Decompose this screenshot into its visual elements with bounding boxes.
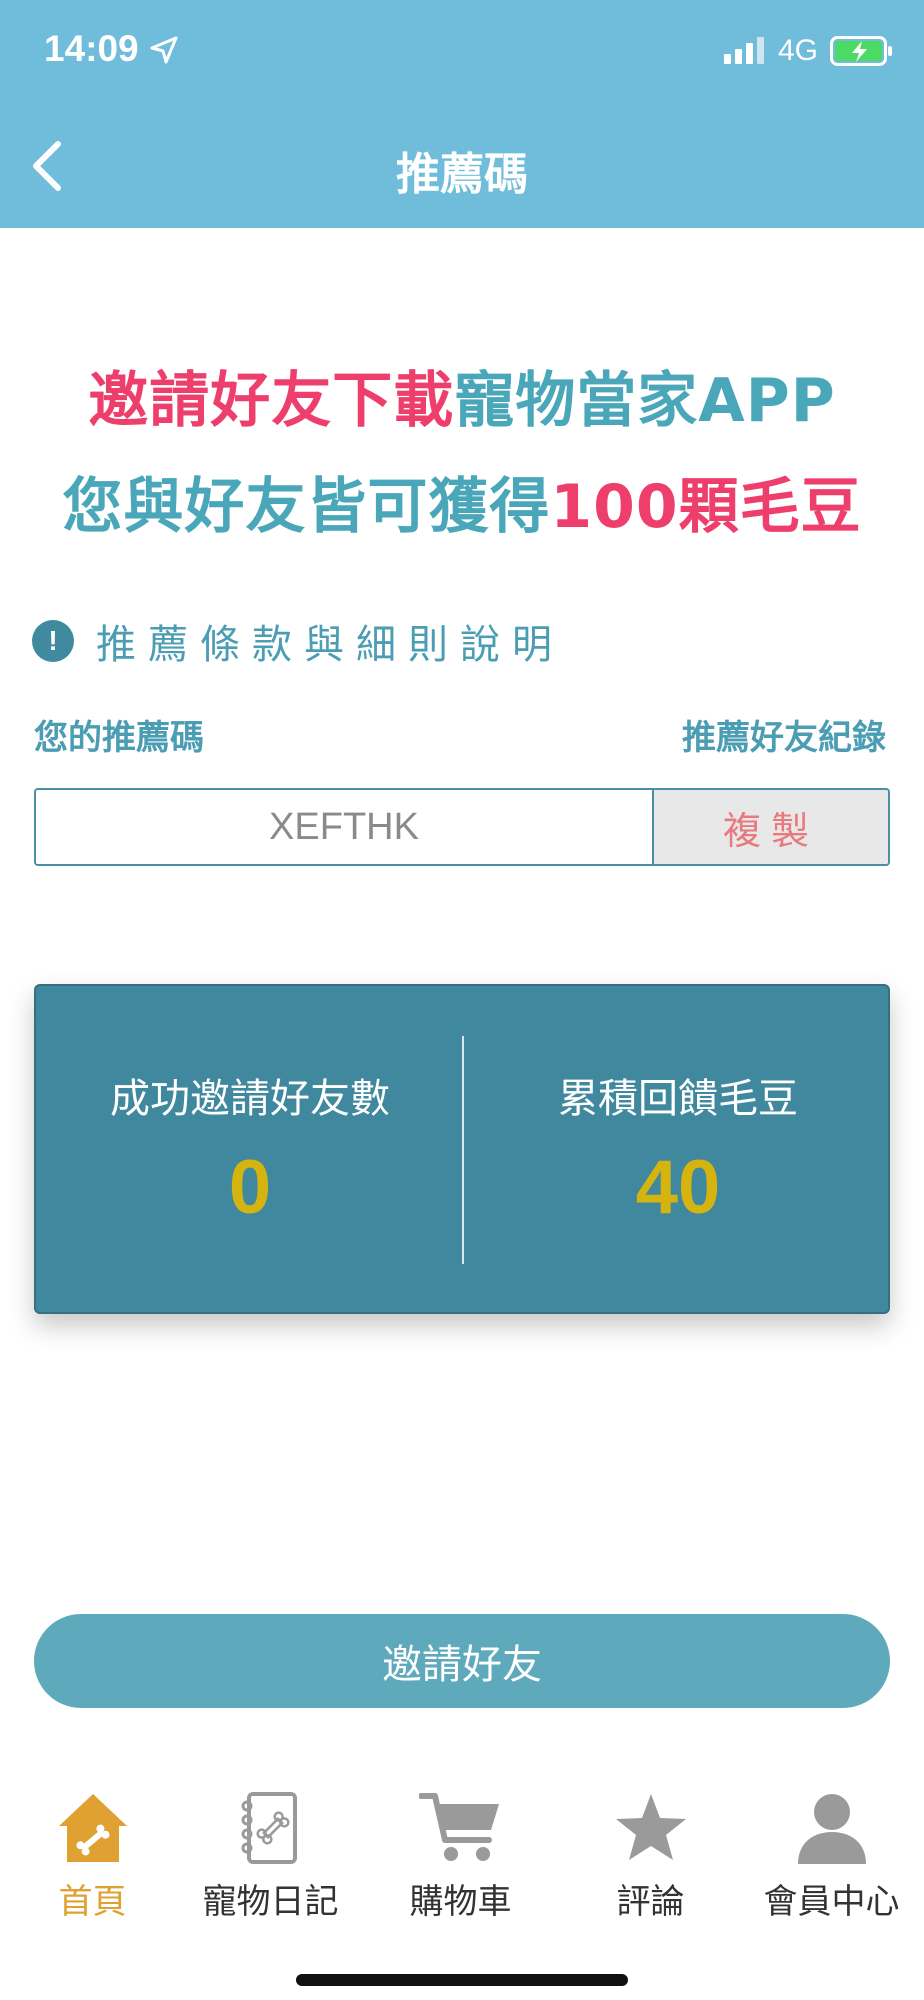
nav-item-home[interactable]: 首頁 <box>0 1790 185 1923</box>
battery-charging-icon <box>830 36 894 70</box>
invited-count-value: 0 <box>228 1145 272 1230</box>
banner-text: 100顆毛豆 <box>550 472 862 542</box>
signal-icon <box>724 36 768 68</box>
terms-link[interactable]: ! 推薦條款與細則說明 <box>32 612 564 670</box>
nav-label: 首頁 <box>58 1882 127 1922</box>
referral-screen: 14:09 4G 推薦碼 邀請好友下載寵物當家APP 您與好友皆可獲得100顆毛… <box>0 0 924 2000</box>
referral-code-value: XEFTHK <box>36 790 654 864</box>
nav-item-cart[interactable]: 購物車 <box>368 1790 553 1923</box>
info-exclamation-icon: ! <box>32 620 74 662</box>
nav-item-diary[interactable]: 寵物日記 <box>178 1790 363 1923</box>
nav-label: 評論 <box>616 1882 685 1922</box>
network-type: 4G <box>778 34 819 67</box>
beans-total-value: 40 <box>635 1145 721 1230</box>
invite-friends-button[interactable]: 邀請好友 <box>34 1614 890 1708</box>
promo-banner-line1: 邀請好友下載寵物當家APP <box>0 352 924 439</box>
status-time: 14:09 <box>44 28 139 69</box>
home-bone-icon <box>58 1794 127 1862</box>
nav-item-reviews[interactable]: 評論 <box>558 1790 743 1923</box>
beans-total-label: 累積回饋毛豆 <box>558 1076 798 1122</box>
page-title: 推薦碼 <box>396 149 528 200</box>
home-indicator[interactable] <box>296 1974 628 1986</box>
star-icon <box>615 1794 686 1860</box>
terms-label: 推薦條款與細則說明 <box>96 622 564 668</box>
nav-label: 購物車 <box>409 1882 512 1922</box>
copy-button[interactable]: 複製 <box>654 790 888 864</box>
banner-text: 寵物當家APP <box>454 366 836 436</box>
referral-code-box: XEFTHK 複製 <box>34 788 890 866</box>
diary-icon <box>241 1792 297 1864</box>
referral-code-label: 您的推薦碼 <box>34 718 204 758</box>
banner-text: 您與好友皆可獲得 <box>62 472 551 542</box>
referral-history-link[interactable]: 推薦好友紀錄 <box>682 710 886 759</box>
cart-icon <box>418 1793 499 1861</box>
invited-count-label: 成功邀請好友數 <box>110 1076 390 1122</box>
header-bar: 14:09 4G 推薦碼 <box>0 0 924 228</box>
invited-count-stat: 成功邀請好友數 0 <box>36 1066 464 1231</box>
banner-text: 邀請好友下載 <box>88 366 455 436</box>
nav-item-member[interactable]: 會員中心 <box>739 1790 924 1923</box>
user-icon <box>797 1794 866 1864</box>
stats-card: 成功邀請好友數 0 累積回饋毛豆 40 <box>34 984 890 1314</box>
location-arrow-icon <box>150 36 178 68</box>
promo-banner-line2: 您與好友皆可獲得100顆毛豆 <box>0 458 924 545</box>
nav-label: 會員中心 <box>763 1882 900 1922</box>
beans-total-stat: 累積回饋毛豆 40 <box>464 1066 892 1231</box>
nav-label: 寵物日記 <box>202 1882 339 1922</box>
